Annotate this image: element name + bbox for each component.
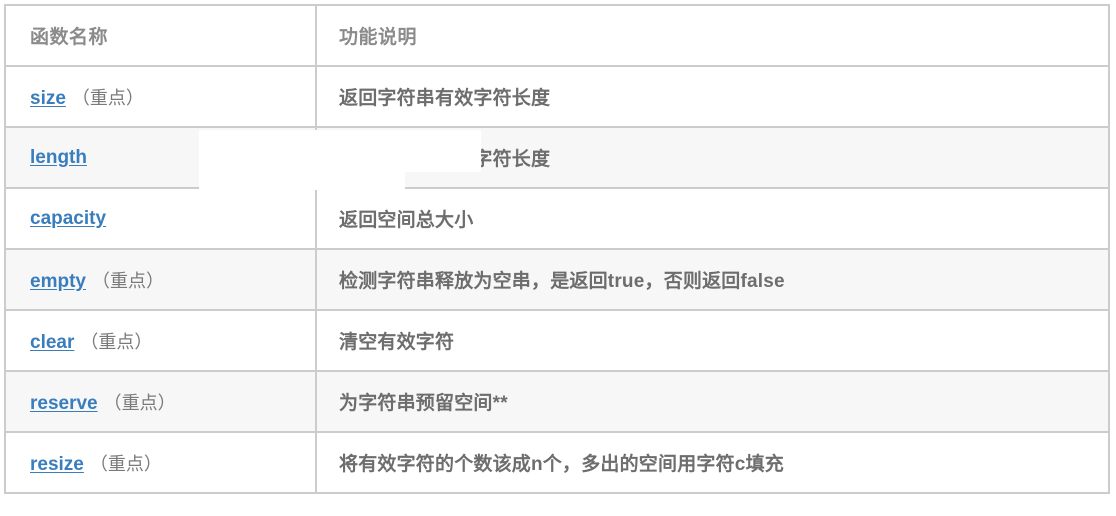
function-description-size: 返回字符串有效字符长度 xyxy=(339,88,551,109)
function-note-empty: （重点） xyxy=(91,270,164,291)
function-description-empty: 检测字符串释放为空串，是返回true，否则返回false xyxy=(339,271,785,292)
function-description-cell: 返回字符串有效字符长度 xyxy=(315,126,1110,189)
function-name-cell: size （重点） xyxy=(4,65,317,128)
function-name-cell: reserve （重点） xyxy=(4,370,317,433)
table-row: empty （重点） 检测字符串释放为空串，是返回true，否则返回false xyxy=(4,248,1110,311)
function-name-cell: empty （重点） xyxy=(4,248,317,311)
table-row: size （重点） 返回字符串有效字符长度 xyxy=(4,65,1110,128)
function-description-resize: 将有效字符的个数该成n个，多出的空间用字符c填充 xyxy=(339,454,784,475)
function-name-cell: capacity xyxy=(4,187,317,250)
column-header-description-label: 功能说明 xyxy=(339,27,418,48)
function-note-clear: （重点） xyxy=(80,331,153,352)
table-row: resize （重点） 将有效字符的个数该成n个，多出的空间用字符c填充 xyxy=(4,431,1110,494)
table-header-row: 函数名称 功能说明 xyxy=(4,4,1110,67)
function-link-size[interactable]: size xyxy=(30,88,66,109)
column-header-description: 功能说明 xyxy=(315,4,1110,67)
function-link-clear[interactable]: clear xyxy=(30,332,74,353)
function-description-reserve: 为字符串预留空间** xyxy=(339,393,508,414)
function-note-resize: （重点） xyxy=(89,453,162,474)
function-description-length: 返回字符串有效字符长度 xyxy=(339,149,551,170)
function-description-cell: 将有效字符的个数该成n个，多出的空间用字符c填充 xyxy=(315,431,1110,494)
function-description-cell: 为字符串预留空间** xyxy=(315,370,1110,433)
function-link-length[interactable]: length xyxy=(30,147,87,168)
function-description-cell: 清空有效字符 xyxy=(315,309,1110,372)
function-description-cell: 返回字符串有效字符长度 xyxy=(315,65,1110,128)
function-link-resize[interactable]: resize xyxy=(30,454,84,475)
function-name-cell: resize （重点） xyxy=(4,431,317,494)
table-row: reserve （重点） 为字符串预留空间** xyxy=(4,370,1110,433)
function-description-cell: 检测字符串释放为空串，是返回true，否则返回false xyxy=(315,248,1110,311)
function-description-clear: 清空有效字符 xyxy=(339,332,455,353)
function-link-empty[interactable]: empty xyxy=(30,271,86,292)
table-row: length 返回字符串有效字符长度 xyxy=(4,126,1110,189)
column-header-function-name: 函数名称 xyxy=(4,4,317,67)
function-note-reserve: （重点） xyxy=(103,392,176,413)
column-header-function-name-label: 函数名称 xyxy=(30,27,109,48)
function-link-reserve[interactable]: reserve xyxy=(30,393,98,414)
function-link-capacity[interactable]: capacity xyxy=(30,208,106,229)
table-body: size （重点） 返回字符串有效字符长度 length 返回字符串有效字符长度 … xyxy=(4,65,1110,494)
table-header: 函数名称 功能说明 xyxy=(4,4,1110,67)
function-name-cell: length xyxy=(4,126,317,189)
function-note-size: （重点） xyxy=(71,87,144,108)
table-row: clear （重点） 清空有效字符 xyxy=(4,309,1110,372)
string-functions-table: 函数名称 功能说明 size （重点） 返回字符串有效字符长度 length 返… xyxy=(4,4,1110,494)
table-row: capacity 返回空间总大小 xyxy=(4,187,1110,250)
function-name-cell: clear （重点） xyxy=(4,309,317,372)
page-root: 函数名称 功能说明 size （重点） 返回字符串有效字符长度 length 返… xyxy=(0,0,1116,516)
function-description-capacity: 返回空间总大小 xyxy=(339,210,474,231)
function-description-cell: 返回空间总大小 xyxy=(315,187,1110,250)
